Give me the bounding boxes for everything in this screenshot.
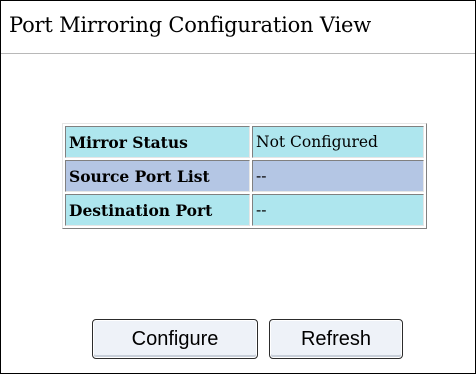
mirror-status-value: Not Configured [252,126,424,158]
mirror-status-label: Mirror Status [65,126,250,158]
title-divider [1,53,475,54]
table-row-source-port-list: Source Port List -- [65,160,424,192]
source-port-list-label: Source Port List [65,160,250,192]
source-port-list-value: -- [252,160,424,192]
table-row-mirror-status: Mirror Status Not Configured [65,126,424,158]
destination-port-value: -- [252,194,424,226]
page-frame: Port Mirroring Configuration View Mirror… [0,0,476,374]
page-title: Port Mirroring Configuration View [9,13,371,37]
destination-port-label: Destination Port [65,194,250,226]
refresh-button[interactable]: Refresh [269,319,403,359]
port-mirroring-table: Mirror Status Not Configured Source Port… [62,123,427,229]
table-row-destination-port: Destination Port -- [65,194,424,226]
configure-button[interactable]: Configure [92,319,258,359]
